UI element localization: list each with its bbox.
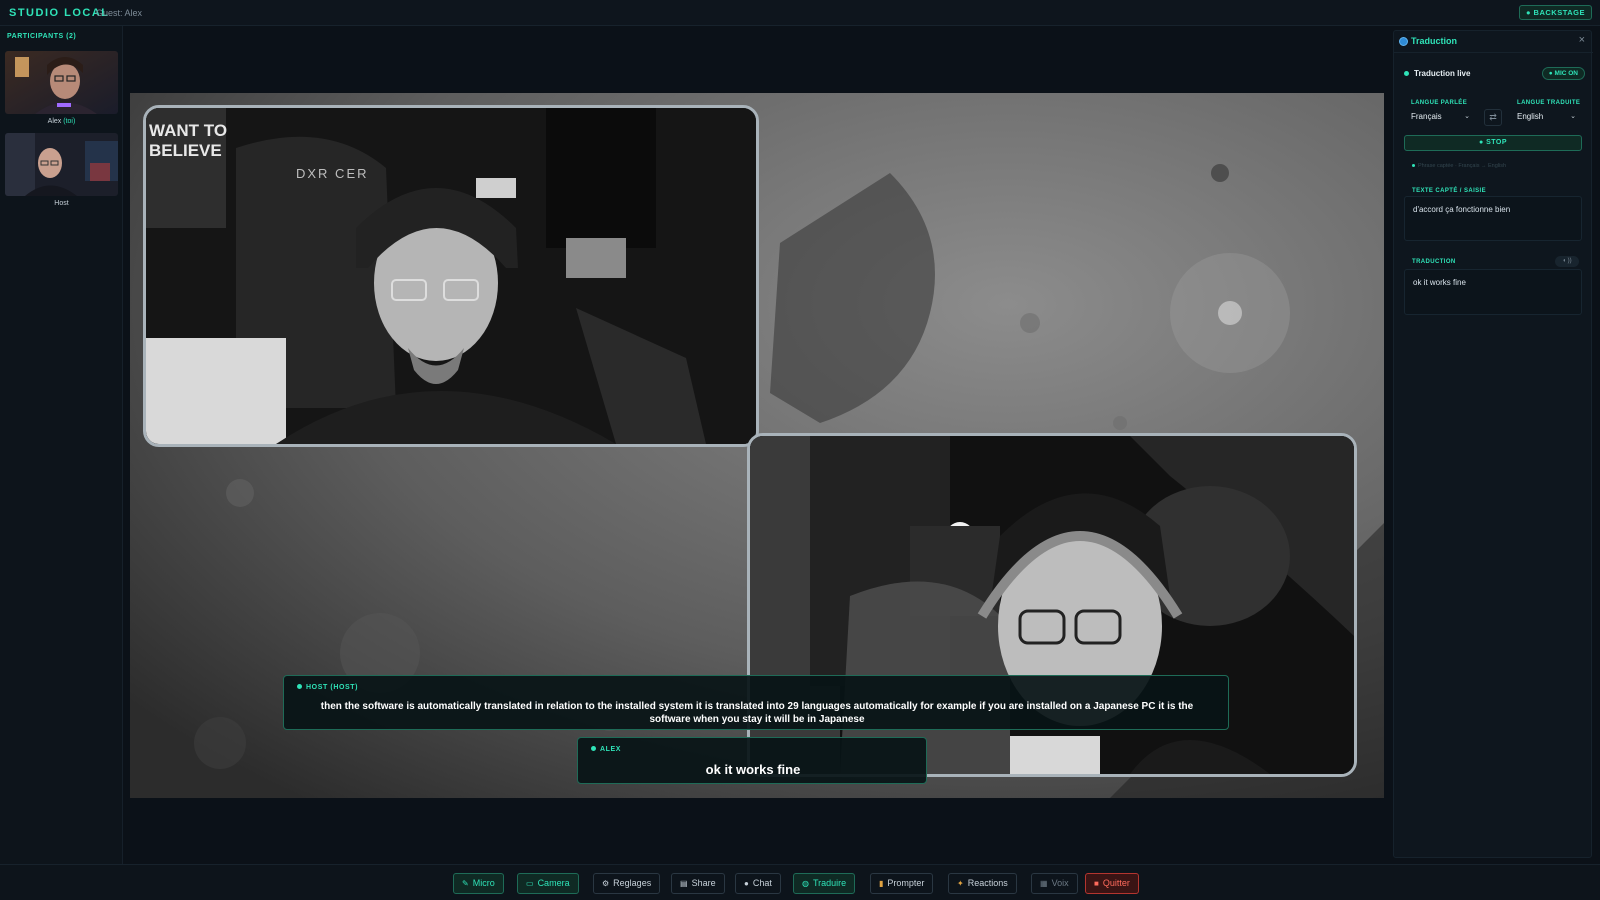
spoken-language-select[interactable]: Français ⌄ (1408, 109, 1474, 126)
mic-icon: ✎ (462, 879, 469, 888)
translate-button[interactable]: ◍ Traduire (793, 873, 856, 894)
participant-thumbnail-host[interactable] (5, 133, 118, 196)
participants-title: PARTICIPANTS (2) (7, 33, 77, 40)
host-caption: HOST (HOST) then the software is automat… (283, 675, 1229, 730)
spoken-language-label: LANGUE PARLÉE (1411, 100, 1468, 106)
participant-name-host: Host (54, 200, 69, 207)
participant-thumbnail-alex[interactable] (5, 51, 118, 114)
translated-language-select[interactable]: English ⌄ (1514, 109, 1580, 126)
voice-icon: ▦ (1040, 879, 1048, 888)
chat-icon: ● (744, 879, 749, 888)
translation-output-field[interactable]: ok it works fine (1404, 269, 1582, 315)
host-video-tile[interactable]: WANT TO BELIEVE DXR CER (143, 105, 759, 447)
guest-caption: ALEX ok it works fine (577, 737, 927, 784)
guest-caption-speaker: ALEX (591, 746, 621, 753)
mic-status-badge[interactable]: ● MIC ON (1541, 67, 1585, 80)
host-caption-text: then the software is automatically trans… (320, 701, 1194, 725)
app-brand: STUDIO LOCAL (9, 7, 110, 19)
translation-panel-header: Traduction × (1394, 31, 1593, 53)
chevron-down-icon: ⌄ (1464, 113, 1470, 120)
translation-panel-title: Traduction (1411, 36, 1458, 46)
voice-button[interactable]: ▦ Voix (1031, 873, 1078, 894)
bottom-toolbar: ✎ Micro ▭ Camera ⚙ Reglages ▤ Share ● Chat ◍ T… (0, 864, 1600, 900)
guest-caption-text: ok it works fine (705, 762, 801, 777)
camera-icon: ▭ (526, 879, 534, 888)
speaker-toggle[interactable]: ◖ )) (1555, 256, 1579, 267)
stop-button[interactable]: ● STOP (1404, 135, 1582, 151)
translated-language-label: LANGUE TRADUITE (1517, 100, 1581, 106)
prompter-button[interactable]: ▮ Prompter (870, 873, 934, 894)
captured-text-label: TEXTE CAPTÉ / SAISIE (1412, 188, 1487, 194)
chair-text: DXR CER (296, 166, 369, 181)
micro-button[interactable]: ✎ Micro (453, 873, 504, 894)
gear-icon: ⚙ (602, 879, 610, 888)
camera-button[interactable]: ▭ Camera (517, 873, 579, 894)
chevron-down-icon: ⌄ (1570, 113, 1576, 120)
participants-sidebar: PARTICIPANTS (2) Alex (toi) Host (0, 26, 123, 864)
exit-icon: ■ (1094, 879, 1099, 888)
close-icon[interactable]: × (1579, 34, 1585, 46)
sparkle-icon: ✦ (957, 879, 964, 888)
host-caption-speaker: HOST (HOST) (297, 684, 358, 691)
swap-languages-button[interactable]: ⇄ (1484, 109, 1502, 126)
poster-text-line2: BELIEVE (149, 141, 222, 160)
quit-button[interactable]: ■ Quitter (1085, 873, 1139, 894)
participant-name-alex: Alex (toi) (47, 118, 76, 125)
share-button[interactable]: ▤ Share (671, 873, 725, 894)
translation-output-label: TRADUCTION (1412, 259, 1456, 265)
globe-icon: ◍ (802, 879, 809, 888)
captured-text-field[interactable]: d'accord ça fonctionne bien (1404, 196, 1582, 241)
guest-label: Guest: Alex (96, 8, 143, 18)
status-hint: Phrase captée · Français → English (1412, 163, 1506, 169)
globe-icon (1399, 37, 1408, 46)
top-bar: STUDIO LOCAL Guest: Alex ● BACKSTAGE (0, 0, 1600, 26)
video-stage: WANT TO BELIEVE DXR CER HOST (HOST) then… (130, 93, 1384, 798)
translation-panel: Traduction × Traduction live ● MIC ON LA… (1393, 30, 1593, 858)
screen-icon: ▤ (680, 879, 688, 888)
reactions-button[interactable]: ✦ Reactions (948, 873, 1017, 894)
backstage-button[interactable]: ● BACKSTAGE (1518, 5, 1592, 20)
document-icon: ▮ (879, 879, 884, 888)
poster-text-line1: WANT TO (149, 121, 227, 140)
settings-button[interactable]: ⚙ Reglages (593, 873, 661, 894)
live-translation-label: Traduction live (1404, 69, 1470, 78)
chat-button[interactable]: ● Chat (735, 873, 781, 894)
